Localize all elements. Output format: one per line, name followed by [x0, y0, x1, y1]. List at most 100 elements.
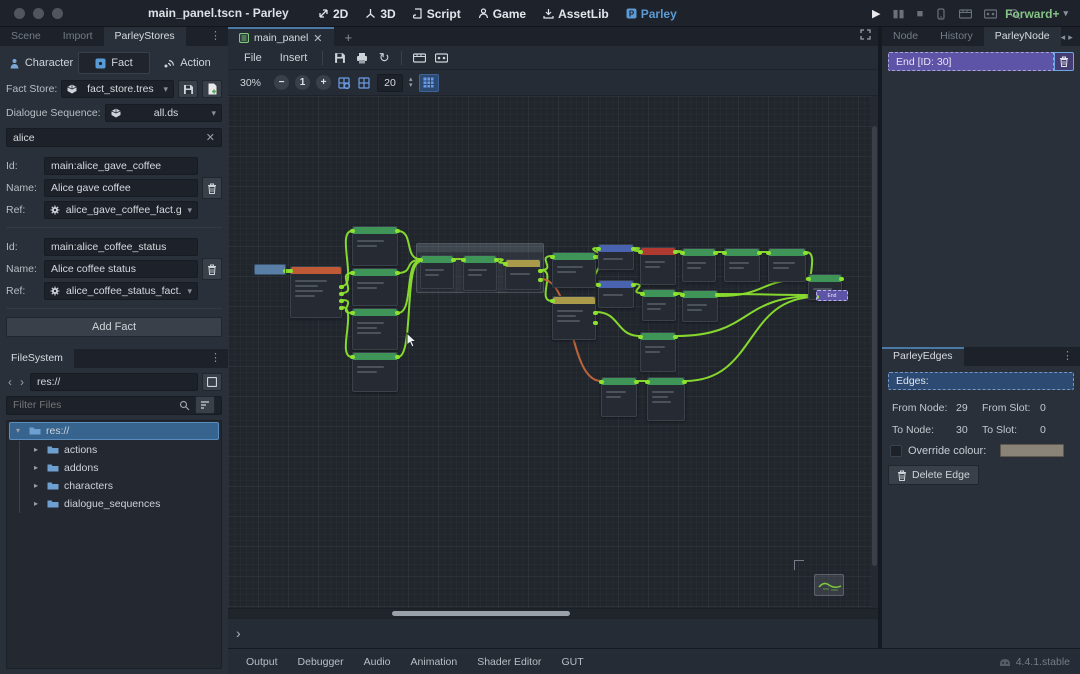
fact-ref-dropdown[interactable]: alice_coffee_status_fact. ▾ — [44, 282, 198, 300]
tab-history[interactable]: History — [929, 27, 984, 46]
node-slot[interactable] — [680, 293, 685, 297]
node-slot[interactable] — [682, 380, 687, 384]
minimap-toggle-button[interactable] — [419, 74, 439, 92]
remote-debug-icon[interactable] — [935, 8, 947, 20]
fact-ref-dropdown[interactable]: alice_gave_coffee_fact.g ▾ — [44, 201, 198, 219]
tab-assetlib[interactable]: AssetLib — [543, 7, 609, 21]
snap-distance-field[interactable]: 20 — [377, 74, 403, 92]
node-slot[interactable] — [593, 311, 598, 315]
renderer-dropdown[interactable]: Forward+ ▾ — [1005, 0, 1068, 27]
graph-node-dialogue[interactable] — [352, 268, 398, 306]
node-slot[interactable] — [288, 269, 293, 273]
graph-node-dialogue[interactable] — [352, 226, 398, 266]
movie-writer-icon[interactable] — [984, 8, 997, 19]
stop-button[interactable]: ■ — [917, 8, 924, 20]
graph-node-dialogue[interactable] — [768, 248, 806, 282]
tab-parley[interactable]: P Parley — [626, 7, 677, 21]
path-input[interactable] — [30, 373, 198, 391]
save-dialogue-button[interactable] — [330, 49, 350, 67]
segment-fact[interactable]: Fact — [78, 52, 150, 74]
dock-options-icon[interactable]: ⋮ — [210, 349, 228, 368]
tab-parleystores[interactable]: ParleyStores — [104, 27, 186, 46]
add-fact-button[interactable]: Add Fact — [6, 317, 222, 337]
node-slot[interactable] — [339, 285, 344, 289]
zoom-in-button[interactable]: + — [316, 75, 331, 90]
tab-gut[interactable]: GUT — [553, 653, 591, 671]
tree-item-folder[interactable]: ▸ characters — [7, 477, 221, 495]
node-slot[interactable] — [339, 306, 344, 310]
node-slot[interactable] — [638, 335, 643, 339]
node-slot[interactable] — [550, 299, 555, 303]
node-slot[interactable] — [350, 355, 355, 359]
node-slot[interactable] — [339, 292, 344, 296]
tab-2d[interactable]: 2D — [318, 7, 348, 21]
tab-import[interactable]: Import — [52, 27, 104, 46]
node-slot[interactable] — [757, 251, 762, 255]
node-slot[interactable] — [283, 269, 286, 273]
horizontal-scrollbar[interactable] — [228, 608, 878, 618]
distraction-free-icon[interactable] — [860, 27, 878, 46]
clear-search-icon[interactable]: ✕ — [206, 131, 215, 144]
node-slot[interactable] — [816, 295, 819, 299]
grid-toggle-icon[interactable] — [357, 76, 371, 90]
delete-edge-button[interactable]: Delete Edge — [888, 465, 979, 485]
delete-node-button[interactable] — [1054, 52, 1074, 71]
segment-character[interactable]: Character — [6, 52, 76, 74]
tab-node[interactable]: Node — [882, 27, 929, 46]
fact-name-field[interactable] — [44, 179, 198, 197]
graph-node-dialogue[interactable] — [682, 290, 718, 322]
node-slot[interactable] — [673, 292, 678, 296]
graph-node-dialogue[interactable] — [552, 252, 596, 288]
node-slot[interactable] — [599, 380, 604, 384]
node-slot[interactable] — [461, 258, 466, 262]
node-slot[interactable] — [766, 251, 771, 255]
graph-node-match[interactable] — [290, 266, 342, 318]
split-mode-button[interactable] — [202, 373, 222, 391]
fact-search-input[interactable] — [13, 132, 206, 144]
tab-filesystem[interactable]: FileSystem — [0, 349, 74, 368]
close-window-icon[interactable] — [14, 8, 25, 19]
fact-store-dropdown[interactable]: fact_store.tres ▾ — [61, 80, 174, 98]
expand-panel-icon[interactable]: › — [236, 625, 241, 641]
graph-node-dialogue[interactable] — [463, 255, 497, 291]
graph-node-dialogue[interactable] — [682, 248, 716, 282]
refresh-button[interactable]: ↻ — [374, 49, 394, 67]
tree-item-folder[interactable]: ▸ dialogue_sequences — [7, 495, 221, 513]
delete-fact-button[interactable] — [202, 258, 222, 280]
node-slot[interactable] — [722, 251, 727, 255]
pause-button[interactable]: ▮▮ — [892, 7, 904, 20]
tab-shader-editor[interactable]: Shader Editor — [469, 653, 549, 671]
tree-item-folder[interactable]: ▸ actions — [7, 441, 221, 459]
collapse-icon[interactable]: ▾ — [16, 426, 24, 435]
node-slot[interactable] — [634, 380, 639, 384]
tab-scene[interactable]: Scene — [0, 27, 52, 46]
test-dialogue-button[interactable] — [409, 49, 429, 67]
node-slot[interactable] — [593, 321, 598, 325]
node-slot[interactable] — [350, 311, 355, 315]
menu-file[interactable]: File — [236, 49, 270, 67]
graph-node-jump[interactable] — [598, 280, 634, 308]
play-button[interactable]: ▶ — [872, 7, 880, 20]
dialogue-sequence-dropdown[interactable]: all.ds ▾ — [105, 104, 222, 122]
vertical-scrollbar[interactable] — [871, 96, 878, 608]
sort-files-button[interactable] — [195, 396, 215, 414]
node-slot[interactable] — [803, 251, 808, 255]
graph-node-dialogue[interactable] — [352, 308, 398, 350]
node-slot[interactable] — [395, 311, 400, 315]
print-button[interactable] — [352, 49, 372, 67]
expand-icon[interactable]: ▸ — [34, 445, 42, 454]
tab-parleyedges[interactable]: ParleyEdges — [882, 347, 964, 366]
run-dialogue-button[interactable] — [431, 49, 451, 67]
graph-node-dialogue[interactable] — [640, 332, 676, 372]
graph-node-condition[interactable] — [552, 296, 596, 340]
graph-node-end[interactable]: End — [816, 290, 848, 301]
node-slot[interactable] — [806, 277, 811, 281]
window-controls[interactable] — [14, 8, 63, 19]
tab-3d[interactable]: 3D — [365, 7, 395, 21]
tab-game[interactable]: Game — [478, 7, 526, 21]
node-slot[interactable] — [680, 251, 685, 255]
scene-tab-main-panel[interactable]: main_panel ✕ — [228, 27, 334, 46]
movie-maker-icon[interactable] — [959, 8, 972, 19]
snap-toggle-icon[interactable] — [337, 76, 351, 90]
node-slot[interactable] — [640, 292, 645, 296]
